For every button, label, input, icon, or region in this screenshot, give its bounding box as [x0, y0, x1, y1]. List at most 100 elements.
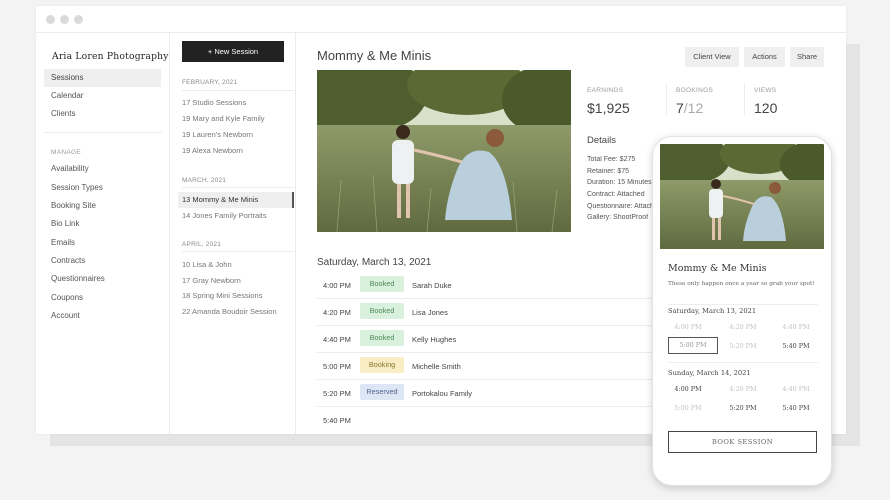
manage-heading: MANAGE	[51, 149, 81, 156]
month-heading: APRIL, 2021	[182, 241, 222, 248]
month-divider	[182, 187, 294, 188]
time-slot-row[interactable]: 4:40 PM Booked Kelly Hughes	[317, 326, 657, 353]
window-titlebar	[36, 6, 846, 33]
session-item-active[interactable]: 13 Mommy & Me Minis	[178, 192, 294, 208]
phone-day-heading: Saturday, March 13, 2021	[668, 307, 757, 315]
phone-time-slot[interactable]: 5:00 PM	[663, 404, 713, 412]
phone-time-slot[interactable]: 4:40 PM	[771, 385, 821, 393]
phone-time-slot[interactable]: 4:00 PM	[663, 385, 713, 393]
session-item[interactable]: 18 Spring Mini Sessions	[182, 288, 294, 304]
phone-day-heading: Sunday, March 14, 2021	[668, 369, 751, 377]
brand-name: Aria Loren Photography	[52, 51, 169, 62]
session-item[interactable]: 19 Lauren's Newborn	[182, 127, 294, 143]
phone-divider	[668, 362, 818, 363]
bookings-total: /12	[683, 100, 704, 116]
time-slot-row[interactable]: 5:40 PM	[317, 407, 657, 434]
bookings-count: 7	[676, 100, 684, 116]
nav-account[interactable]: Account	[44, 307, 161, 325]
slot-time: 5:00 PM	[323, 362, 351, 371]
bookings-label: BOOKINGS	[676, 87, 714, 94]
phone-time-slot-selected[interactable]: 5:00 PM	[668, 337, 718, 354]
slot-time: 4:00 PM	[323, 281, 351, 290]
session-cover-photo	[317, 70, 571, 232]
nav-contracts[interactable]: Contracts	[44, 252, 161, 270]
window-minimize-dot[interactable]	[60, 15, 69, 24]
nav-calendar[interactable]: Calendar	[44, 87, 161, 105]
phone-divider	[668, 304, 818, 305]
window-close-dot[interactable]	[46, 15, 55, 24]
client-name[interactable]: Michelle Smith	[412, 362, 461, 371]
client-name[interactable]: Lisa Jones	[412, 308, 448, 317]
phone-session-title: Mommy & Me Minis	[668, 263, 767, 274]
month-heading: MARCH, 2021	[182, 177, 227, 184]
phone-time-slot[interactable]: 5:40 PM	[771, 404, 821, 412]
slot-time: 4:20 PM	[323, 308, 351, 317]
stat-divider	[666, 83, 667, 115]
session-item[interactable]: 17 Gray Newborn	[182, 273, 294, 289]
phone-time-slot[interactable]: 5:20 PM	[718, 404, 768, 412]
status-badge-booking: Booking	[360, 357, 404, 373]
stat-divider	[744, 83, 745, 115]
phone-time-slot[interactable]: 4:20 PM	[718, 323, 768, 331]
month-divider	[182, 251, 294, 252]
session-item[interactable]: 17 Studio Sessions	[182, 95, 294, 111]
session-item[interactable]: 10 Lisa & John	[182, 257, 294, 273]
new-session-button[interactable]: + New Session	[182, 41, 284, 62]
time-slot-row[interactable]: 4:20 PM Booked Lisa Jones	[317, 299, 657, 326]
status-badge-reserved: Reserved	[360, 384, 404, 400]
nav-bio-link[interactable]: Bio Link	[44, 215, 161, 233]
phone-time-slot[interactable]: 5:20 PM	[718, 342, 768, 350]
sessions-list: + New Session FEBRUARY, 2021 17 Studio S…	[170, 33, 296, 434]
nav-session-types[interactable]: Session Types	[44, 179, 161, 197]
earnings-label: EARNINGS	[587, 87, 624, 94]
book-session-button[interactable]: BOOK SESSION	[668, 431, 817, 453]
nav-emails[interactable]: Emails	[44, 234, 161, 252]
status-badge-booked: Booked	[360, 330, 404, 346]
client-view-button[interactable]: Client View	[685, 47, 739, 67]
detail-retainer: Retainer: $75	[587, 168, 630, 175]
month-heading: FEBRUARY, 2021	[182, 79, 238, 86]
nav-sessions[interactable]: Sessions	[44, 69, 161, 87]
share-button[interactable]: Share	[790, 47, 824, 67]
time-slot-row[interactable]: 4:00 PM Booked Sarah Duke	[317, 272, 657, 299]
window-maximize-dot[interactable]	[74, 15, 83, 24]
page-title: Mommy & Me Minis	[317, 48, 432, 63]
session-item[interactable]: 19 Alexa Newborn	[182, 143, 294, 159]
slot-time: 5:40 PM	[323, 416, 351, 425]
nav-availability[interactable]: Availability	[44, 160, 161, 178]
time-slot-row[interactable]: 5:20 PM Reserved Portokalou Family	[317, 380, 657, 407]
actions-button[interactable]: Actions	[744, 47, 785, 67]
details-heading: Details	[587, 135, 617, 146]
phone-time-slot[interactable]: 4:20 PM	[718, 385, 768, 393]
phone-time-slot[interactable]: 4:40 PM	[771, 323, 821, 331]
phone-booking-preview: Mommy & Me Minis These only happen once …	[652, 136, 832, 486]
phone-session-subtitle: These only happen once a year so grab yo…	[668, 281, 815, 287]
client-name[interactable]: Sarah Duke	[412, 281, 452, 290]
detail-questionnaire: Questionnaire: Attached	[587, 203, 655, 210]
session-item[interactable]: 14 Jones Family Portraits	[182, 208, 294, 224]
nav-questionnaires[interactable]: Questionnaires	[44, 270, 161, 288]
phone-time-slot[interactable]: 4:00 PM	[663, 323, 713, 331]
session-item[interactable]: 22 Amanda Boudoir Session	[182, 304, 294, 320]
slot-time: 4:40 PM	[323, 335, 351, 344]
schedule-day-heading: Saturday, March 13, 2021	[317, 257, 432, 268]
phone-time-slot[interactable]: 5:40 PM	[771, 342, 821, 350]
main-sidebar: Aria Loren Photography Sessions Calendar…	[36, 33, 170, 434]
nav-booking-site[interactable]: Booking Site	[44, 197, 161, 215]
detail-contract: Contract: Attached	[587, 191, 645, 198]
detail-gallery: Gallery: ShootProof	[587, 214, 649, 221]
earnings-value: $1,925	[587, 100, 630, 116]
status-badge-booked: Booked	[360, 303, 404, 319]
bookings-value: 7/12	[676, 100, 703, 116]
nav-clients[interactable]: Clients	[44, 105, 161, 123]
phone-cover-photo	[660, 144, 824, 249]
views-label: VIEWS	[754, 87, 777, 94]
slot-time: 5:20 PM	[323, 389, 351, 398]
session-item[interactable]: 19 Mary and Kyle Family	[182, 111, 294, 127]
nav-coupons[interactable]: Coupons	[44, 289, 161, 307]
nav-divider	[44, 132, 162, 133]
status-badge-booked: Booked	[360, 276, 404, 292]
client-name[interactable]: Kelly Hughes	[412, 335, 456, 344]
client-name[interactable]: Portokalou Family	[412, 389, 472, 398]
time-slot-row[interactable]: 5:00 PM Booking Michelle Smith	[317, 353, 657, 380]
